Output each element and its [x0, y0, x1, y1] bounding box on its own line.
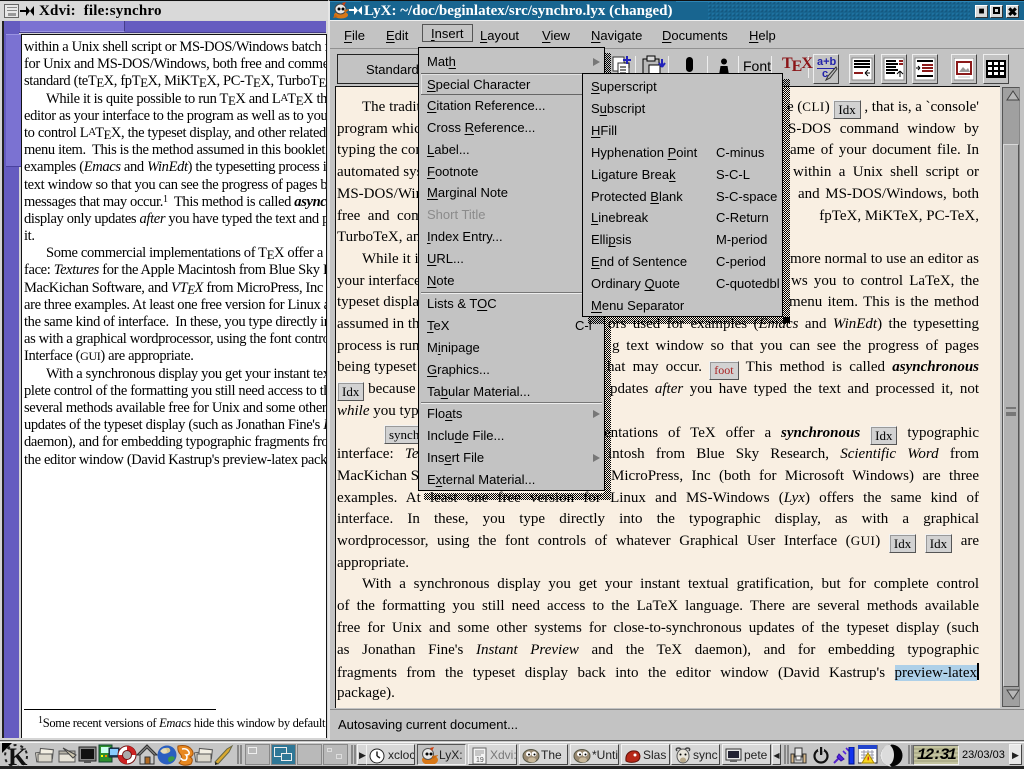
svg-text:K: K	[8, 744, 28, 768]
svg-text:19: 19	[476, 757, 484, 764]
